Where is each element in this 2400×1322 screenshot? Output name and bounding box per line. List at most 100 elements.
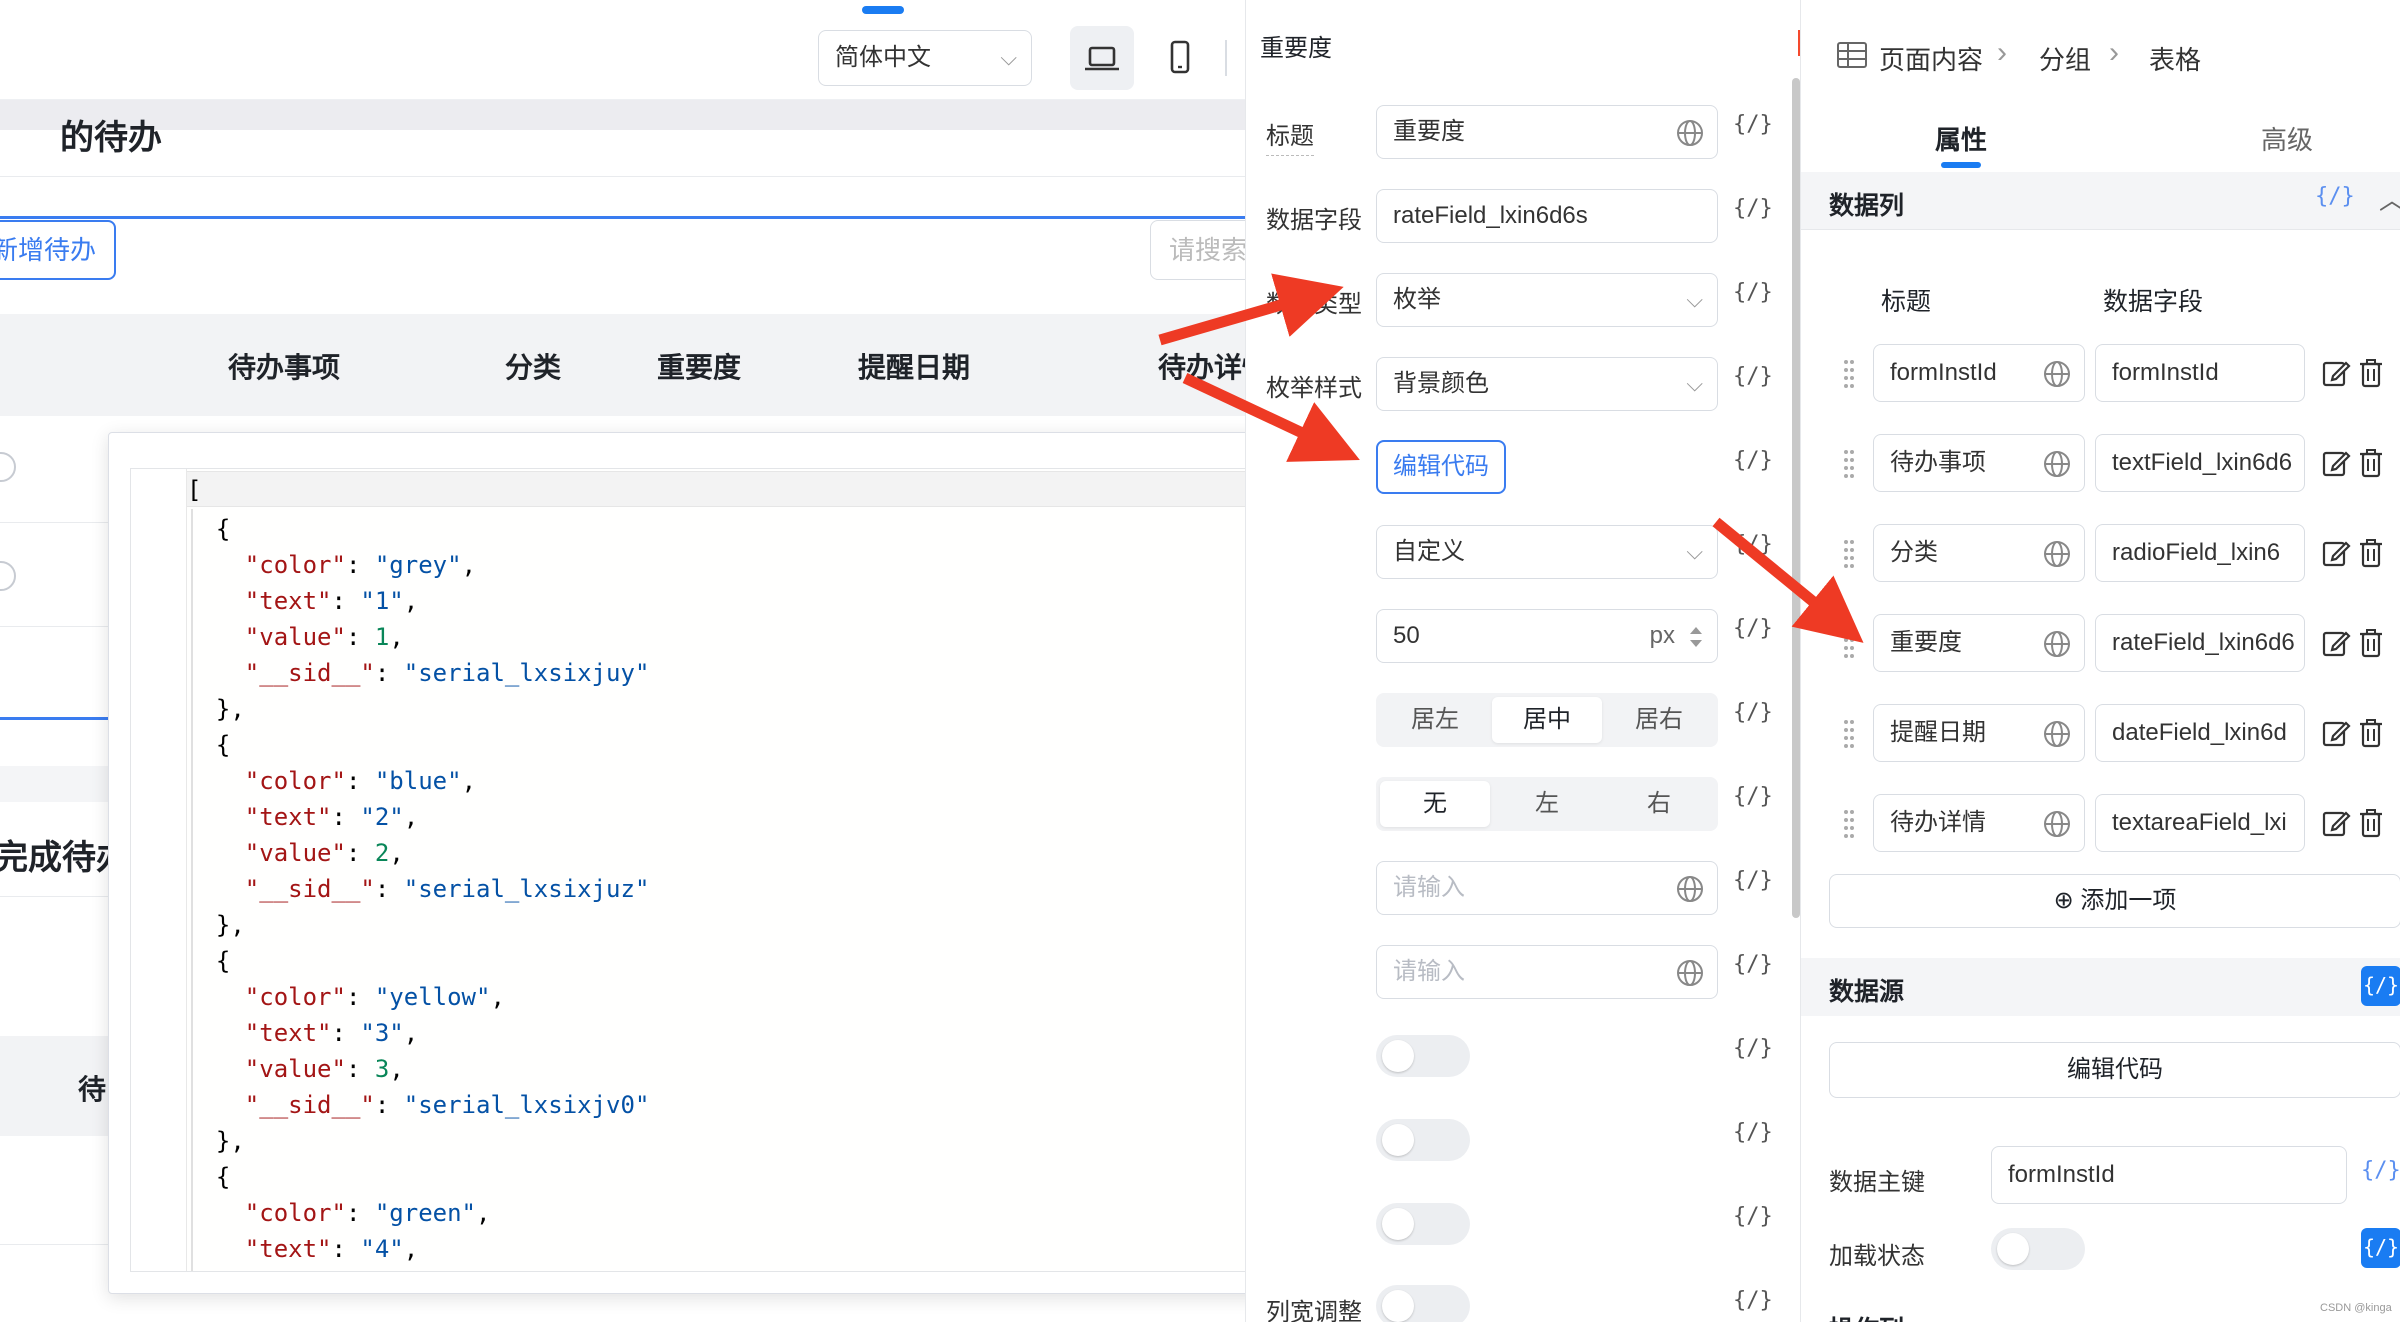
toggle-switch[interactable] — [1376, 1119, 1470, 1161]
code-line[interactable]: "text": "3", — [187, 1011, 1317, 1047]
panel-scrollbar[interactable] — [1792, 78, 1800, 918]
code-content[interactable]: [ { "color": "grey", "text": "1", "value… — [187, 469, 1317, 1263]
globe-icon[interactable] — [1675, 874, 1705, 904]
code-line[interactable]: "value": 3, — [187, 1047, 1317, 1083]
align-right-option[interactable]: 居右 — [1604, 697, 1714, 743]
globe-icon[interactable] — [2042, 629, 2072, 659]
column-field-input[interactable]: formInstId — [2095, 344, 2305, 402]
align-center-option[interactable]: 居中 — [1492, 697, 1602, 743]
loading-state-toggle[interactable] — [1991, 1228, 2085, 1270]
data-type-select[interactable]: 枚举 ⌵ — [1376, 273, 1718, 327]
desktop-view-button[interactable] — [1070, 26, 1134, 90]
edit-icon[interactable] — [2321, 538, 2351, 568]
primary-key-input[interactable]: formInstId — [1991, 1146, 2347, 1204]
code-line[interactable]: "text": "2", — [187, 795, 1317, 831]
code-line[interactable]: "value": 1, — [187, 615, 1317, 651]
column-title-input[interactable]: 提醒日期 — [1873, 704, 2085, 762]
fixed-none-option[interactable]: 无 — [1380, 781, 1490, 827]
trash-icon[interactable] — [2357, 718, 2385, 748]
edit-icon[interactable] — [2321, 808, 2351, 838]
code-line[interactable]: "value": 2, — [187, 831, 1317, 867]
column-title-input[interactable]: formInstId — [1873, 344, 2085, 402]
drag-handle[interactable] — [862, 6, 904, 14]
edit-icon[interactable] — [2321, 448, 2351, 478]
column-title-input[interactable]: 分类 — [1873, 524, 2085, 582]
format-select[interactable]: 自定义 ⌵ — [1376, 525, 1718, 579]
edit-icon[interactable] — [2321, 628, 2351, 658]
trash-icon[interactable] — [2357, 808, 2385, 838]
code-line[interactable]: "__sid__": "serial_lxsixjuz" — [187, 867, 1317, 903]
breadcrumb-table[interactable]: 表格 — [2149, 40, 2201, 77]
variable-binding-button[interactable]: {/} — [1733, 868, 1773, 893]
code-line[interactable]: "color": "blue", — [187, 759, 1317, 795]
add-todo-button[interactable]: 新增待办 — [0, 220, 116, 280]
globe-icon[interactable] — [2042, 809, 2072, 839]
variable-binding-button[interactable]: {/} — [1733, 784, 1773, 809]
variable-binding-button[interactable]: {/} — [1733, 1288, 1773, 1313]
variable-binding-button[interactable]: {/} — [2361, 1158, 2400, 1183]
variable-binding-button[interactable]: {/} — [1733, 196, 1773, 221]
drag-grip-icon[interactable] — [1843, 718, 1855, 750]
code-line[interactable]: "color": "grey", — [187, 543, 1317, 579]
breadcrumb-group[interactable]: 分组 — [2039, 40, 2091, 77]
variable-binding-button[interactable]: {/} — [1733, 448, 1773, 473]
variable-binding-button[interactable]: {/} — [1733, 112, 1773, 137]
drag-grip-icon[interactable] — [1843, 538, 1855, 570]
tab-properties[interactable]: 属性 — [1935, 120, 1987, 157]
code-line[interactable]: { — [187, 939, 1317, 975]
globe-icon[interactable] — [1675, 958, 1705, 988]
column-header-category[interactable]: 分类 — [505, 346, 561, 386]
column-title-input[interactable]: 待办事项 — [1873, 434, 2085, 492]
fixed-segmented[interactable]: 无 左 右 — [1376, 777, 1718, 831]
globe-icon[interactable] — [2042, 359, 2072, 389]
globe-icon[interactable] — [1675, 118, 1705, 148]
globe-icon[interactable] — [2042, 449, 2072, 479]
tab-advanced[interactable]: 高级 — [2261, 120, 2313, 157]
language-select[interactable]: 简体中文 ⌵ — [818, 30, 1032, 86]
mobile-view-button[interactable] — [1148, 26, 1212, 90]
variable-binding-button[interactable]: {/} — [1733, 1204, 1773, 1229]
drag-grip-icon[interactable] — [1843, 808, 1855, 840]
column-field-input[interactable]: dateField_lxin6d — [2095, 704, 2305, 762]
variable-binding-button[interactable]: {/} — [1733, 700, 1773, 725]
column-title-input[interactable]: 待办详情 — [1873, 794, 2085, 852]
column-header-todo[interactable]: 待办事项 — [228, 346, 340, 386]
variable-binding-button[interactable]: {/} — [1733, 280, 1773, 305]
variable-binding-button[interactable]: {/} — [1733, 532, 1773, 557]
variable-binding-button[interactable]: {/} — [2361, 966, 2400, 1006]
code-line[interactable]: { — [187, 1155, 1317, 1191]
fixed-left-option[interactable]: 左 — [1492, 781, 1602, 827]
code-line[interactable]: { — [187, 507, 1317, 543]
text-input[interactable]: 请输入 — [1376, 861, 1718, 915]
drag-grip-icon[interactable] — [1843, 358, 1855, 390]
trash-icon[interactable] — [2357, 358, 2385, 388]
chevron-up-icon[interactable]: ︿ — [2379, 180, 2400, 217]
edit-icon[interactable] — [2321, 718, 2351, 748]
column-header-detail[interactable]: 待办详情 — [1158, 346, 1245, 386]
column-field-input[interactable]: rateField_lxin6d6 — [2095, 614, 2305, 672]
text-input[interactable]: 请输入 — [1376, 945, 1718, 999]
width-input[interactable]: 50 px — [1376, 609, 1718, 663]
column-resize-toggle[interactable] — [1376, 1285, 1470, 1322]
edit-icon[interactable] — [2321, 358, 2351, 388]
column-header-remind-date[interactable]: 提醒日期 — [858, 346, 970, 386]
fixed-right-option[interactable]: 右 — [1604, 781, 1714, 827]
toggle-switch[interactable] — [1376, 1035, 1470, 1077]
code-line[interactable]: { — [187, 723, 1317, 759]
trash-icon[interactable] — [2357, 538, 2385, 568]
code-editor[interactable]: [ { "color": "grey", "text": "1", "value… — [130, 468, 1330, 1272]
variable-binding-button[interactable]: {/} — [1733, 1036, 1773, 1061]
add-item-button[interactable]: ⊕ 添加一项 — [1829, 874, 2400, 928]
globe-icon[interactable] — [2042, 539, 2072, 569]
variable-binding-button[interactable]: {/} — [1733, 364, 1773, 389]
column-field-input[interactable]: textField_lxin6d6 — [2095, 434, 2305, 492]
column-field-input[interactable]: textareaField_lxi — [2095, 794, 2305, 852]
data-field-input[interactable]: rateField_lxin6d6s — [1376, 189, 1718, 243]
code-line[interactable]: "color": "green", — [187, 1191, 1317, 1227]
variable-binding-button[interactable]: {/} — [1733, 616, 1773, 641]
search-input[interactable]: 请搜索 — [1150, 220, 1245, 280]
trash-icon[interactable] — [2357, 628, 2385, 658]
breadcrumb-page[interactable]: 页面内容 — [1879, 40, 1983, 77]
column-field-input[interactable]: radioField_lxin6 — [2095, 524, 2305, 582]
code-line[interactable]: }, — [187, 687, 1317, 723]
